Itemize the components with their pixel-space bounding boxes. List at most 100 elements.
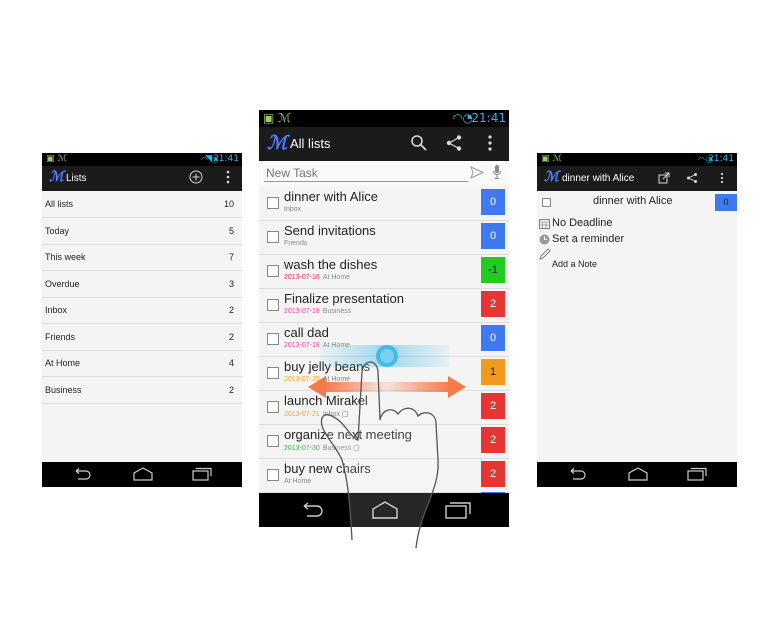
task-row[interactable]: organize next meeting 2013-07-30 Business …: [259, 424, 509, 459]
task-checkbox[interactable]: [267, 333, 279, 345]
priority-badge[interactable]: 1: [481, 359, 505, 385]
task-name: dinner with Alice: [284, 189, 378, 204]
priority-badge[interactable]: 0: [715, 194, 737, 211]
task-meta: 2013-07-16 At Home: [284, 274, 350, 281]
priority-badge[interactable]: 0: [481, 189, 505, 215]
list-item[interactable]: Business 2: [42, 377, 242, 404]
list-count: 3: [228, 278, 234, 289]
microphone-icon[interactable]: [492, 164, 502, 180]
task-due-date: 2013-07-18: [284, 308, 320, 315]
list-item[interactable]: Today 5: [42, 218, 242, 245]
list-name: Inbox: [45, 305, 68, 315]
back-icon[interactable]: [567, 468, 587, 481]
task-checkbox[interactable]: [267, 299, 279, 311]
send-icon[interactable]: [470, 166, 484, 179]
search-icon[interactable]: [409, 134, 429, 154]
new-task-input[interactable]: [264, 164, 468, 182]
priority-badge[interactable]: 2: [481, 461, 505, 487]
share-icon[interactable]: [444, 134, 464, 154]
page-title: Lists: [66, 173, 87, 184]
overflow-menu-icon[interactable]: [484, 134, 496, 154]
task-row[interactable]: call dad 2013-07-18 At Home 0: [259, 322, 509, 357]
recents-icon[interactable]: [445, 501, 471, 519]
task-row[interactable]: dinner with Alice Inbox 0: [259, 186, 509, 221]
add-list-icon[interactable]: [188, 170, 204, 186]
list-item[interactable]: Inbox 2: [42, 297, 242, 324]
task-row[interactable]: buy new chairs At Home 2: [259, 458, 509, 493]
list-count: 2: [228, 384, 234, 395]
clock-icon: [539, 234, 550, 245]
priority-badge[interactable]: 2: [481, 291, 505, 317]
page-title: dinner with Alice: [562, 173, 635, 184]
task-checkbox[interactable]: [267, 265, 279, 277]
back-icon[interactable]: [299, 502, 325, 518]
task-due-date: 2013-07-20: [284, 376, 320, 383]
share-icon[interactable]: [685, 171, 699, 185]
list-name: All lists: [45, 199, 74, 209]
recents-icon[interactable]: [192, 467, 212, 481]
task-checkbox[interactable]: [267, 367, 279, 379]
task-row[interactable]: launch Mirakel 2013-07-21 Inbox ▢ 2: [259, 390, 509, 425]
task-list-name: Business: [322, 308, 352, 315]
task-name: Send invitations: [284, 223, 376, 238]
list-item[interactable]: All lists 10: [42, 191, 242, 218]
action-bar: ℳ dinner with Alice: [537, 166, 737, 191]
task-name[interactable]: dinner with Alice: [593, 195, 673, 207]
priority-badge[interactable]: 2: [481, 393, 505, 419]
recents-icon[interactable]: [687, 467, 707, 481]
pencil-icon: [539, 248, 551, 260]
task-due-date: 2013-07-30: [284, 445, 320, 452]
wifi-icon: ◠: [452, 111, 463, 125]
home-icon[interactable]: [627, 467, 649, 481]
task-row[interactable]: Finalize presentation 2013-07-18 Business 2: [259, 288, 509, 323]
list-name: Today: [45, 225, 70, 236]
task-row[interactable]: Send invitations Friends 0: [259, 220, 509, 255]
list-count: 5: [228, 225, 234, 236]
clock: 21:41: [708, 154, 734, 164]
home-icon[interactable]: [132, 467, 154, 481]
task-checkbox[interactable]: [267, 435, 279, 447]
task-meta: Inbox: [284, 206, 301, 213]
done-checkbox[interactable]: [542, 198, 551, 207]
task-row[interactable]: buy jelly beans 2013-07-20 At Home 1: [259, 356, 509, 391]
task-checkbox[interactable]: [267, 197, 279, 209]
task-list-name: Inbox: [284, 206, 302, 213]
list-item[interactable]: Friends 2: [42, 324, 242, 351]
task-name: call dad: [284, 325, 329, 340]
task-meta: 2013-07-20 At Home: [284, 376, 350, 383]
task-list-name: At Home: [322, 376, 351, 383]
edit-external-icon[interactable]: [657, 171, 671, 185]
action-bar: ℳ Lists: [42, 166, 242, 191]
task-list-name: At Home: [322, 342, 351, 349]
task-due-date: 2013-07-18: [284, 342, 320, 349]
priority-badge[interactable]: 0: [481, 223, 505, 249]
list-item[interactable]: Overdue 3: [42, 271, 242, 298]
list-name: Friends: [45, 331, 76, 342]
priority-badge[interactable]: -1: [481, 257, 505, 283]
back-icon[interactable]: [72, 468, 92, 481]
list-item[interactable]: At Home 4: [42, 350, 242, 377]
task-checkbox[interactable]: [267, 469, 279, 481]
task-meta: At Home: [284, 478, 311, 485]
list-name: Business: [45, 384, 82, 395]
status-bar: ▣ ℳ ◠ ◔ 21:41: [259, 110, 509, 127]
action-bar: ℳ All lists: [259, 127, 509, 161]
overflow-menu-icon[interactable]: [222, 170, 234, 186]
task-checkbox[interactable]: [267, 231, 279, 243]
overflow-menu-icon[interactable]: [717, 171, 727, 185]
task-name: organize next meeting: [284, 427, 412, 442]
task-name: wash the dishes: [284, 257, 378, 272]
lists-screen: ▣ ℳ ◥ ◠ ◔ 21:41 ℳ Lists All lists 10 Today…: [42, 153, 242, 487]
task-checkbox[interactable]: [267, 401, 279, 413]
app-logo-icon[interactable]: ℳ: [267, 132, 287, 154]
task-row[interactable]: wash the dishes 2013-07-16 At Home -1: [259, 254, 509, 289]
note-indicator-icon: ▢: [351, 445, 360, 452]
list-item[interactable]: This week 7: [42, 244, 242, 271]
priority-badge[interactable]: 2: [481, 427, 505, 453]
status-bar: ▣ ℳ ◠ ◔ 21:41: [537, 153, 737, 166]
home-icon[interactable]: [371, 501, 399, 519]
app-logo-icon[interactable]: ℳ: [49, 169, 64, 185]
app-logo-icon[interactable]: ℳ: [544, 169, 559, 185]
priority-badge[interactable]: 0: [481, 325, 505, 351]
wifi-icon: ◠: [201, 155, 208, 164]
